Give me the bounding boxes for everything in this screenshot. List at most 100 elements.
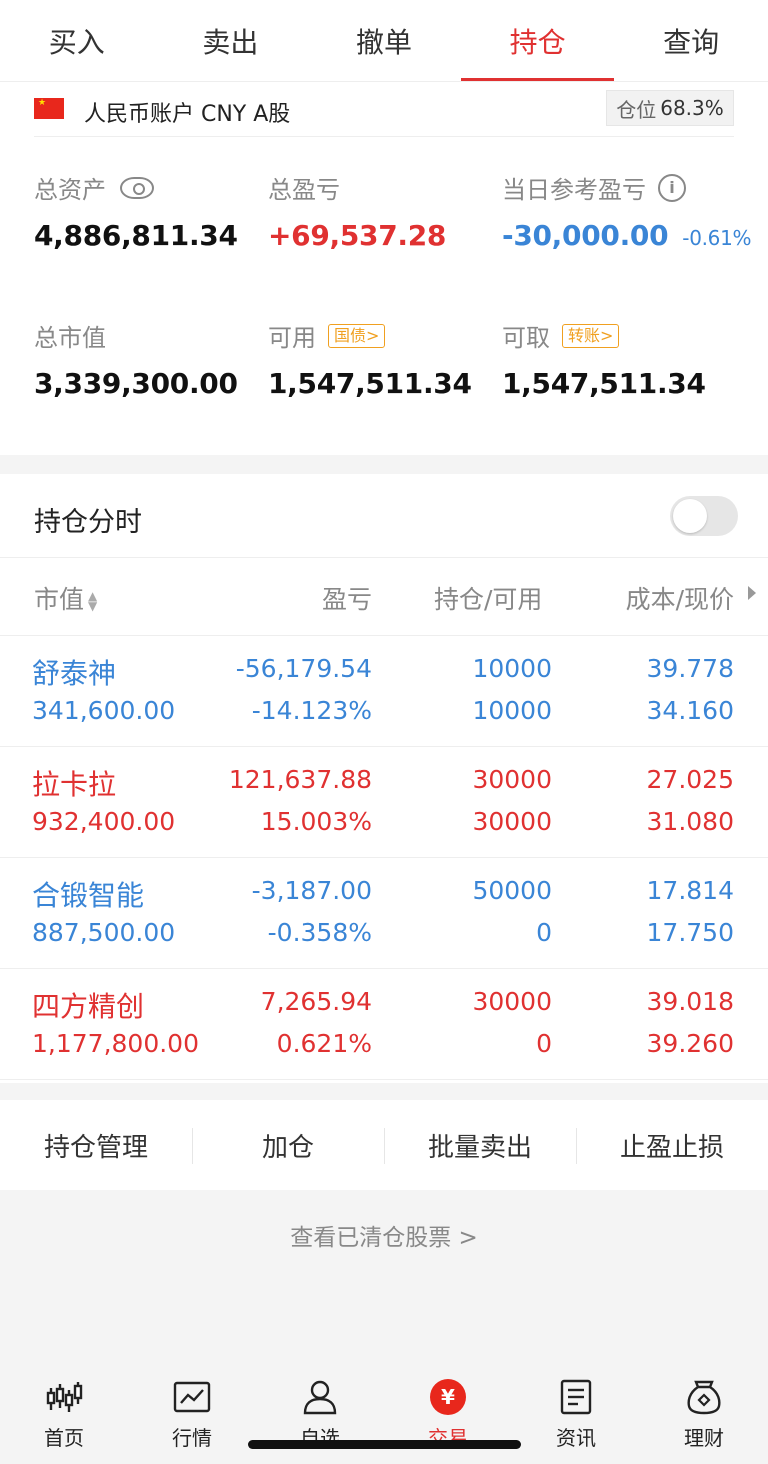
stat-available: 可用 国债> 1,547,511.34	[268, 318, 472, 400]
table-row[interactable]: 舒泰神 341,600.00 -56,179.54 -14.123% 10000 1000…	[0, 636, 768, 747]
stop-profit-loss-button[interactable]: 止盈止损	[576, 1100, 768, 1190]
yuan-icon: ¥	[428, 1378, 468, 1416]
stat-market-value: 总市值 3,339,300.00	[34, 318, 238, 400]
stock-pnl-pct: -14.123%	[251, 696, 372, 725]
stock-cost: 17.814	[646, 876, 734, 905]
available-label: 可用	[268, 324, 316, 352]
stock-market-value: 1,177,800.00	[32, 1029, 199, 1058]
china-flag-icon: ★	[34, 98, 64, 119]
holdings-table-header: 市值 ▲ ▼ 盈亏 持仓/可用 成本/现价	[0, 558, 768, 636]
nav-news[interactable]: 资讯	[512, 1370, 640, 1464]
stock-cost: 27.025	[646, 765, 734, 794]
tab-query[interactable]: 查询	[614, 0, 768, 81]
divider	[34, 136, 734, 137]
daily-pnl-pct: -0.61%	[682, 226, 752, 250]
stock-pnl: -56,179.54	[235, 654, 372, 683]
trading-holdings-screen: 买入 卖出 撤单 持仓 查询 ★ 人民币账户 CNY A股 仓位 68.3% 总…	[0, 0, 768, 1464]
view-cleared-stocks-link[interactable]: 查看已清仓股票 >	[0, 1218, 768, 1252]
account-row[interactable]: ★ 人民币账户 CNY A股 仓位 68.3%	[0, 82, 768, 138]
scroll-right-icon[interactable]	[748, 586, 756, 600]
add-position-button[interactable]: 加仓	[192, 1100, 384, 1190]
eye-icon[interactable]	[120, 176, 154, 199]
position-key: 仓位	[616, 97, 657, 122]
holdings-management-button[interactable]: 持仓管理	[0, 1100, 192, 1190]
stock-price: 39.260	[646, 1029, 734, 1058]
stock-holding-qty: 30000	[472, 987, 552, 1016]
bottom-navigation: 首页 行情 自选 ¥ 交易 资讯 理财	[0, 1370, 768, 1464]
stock-name: 四方精创	[32, 990, 145, 1023]
nav-watchlist[interactable]: 自选	[256, 1370, 384, 1464]
available-value: 1,547,511.34	[268, 367, 472, 400]
stock-pnl: 7,265.94	[260, 987, 372, 1016]
stat-daily-pnl: 当日参考盈亏 i -30,000.00 -0.61%	[502, 170, 752, 252]
withdrawable-label: 可取	[502, 324, 550, 352]
market-value-label: 总市值	[34, 324, 106, 352]
section-separator	[0, 1083, 768, 1100]
daily-pnl-row: -30,000.00 -0.61%	[502, 219, 752, 252]
nav-trade[interactable]: ¥ 交易	[384, 1370, 512, 1464]
stock-cost: 39.778	[646, 654, 734, 683]
header-position: 持仓/可用	[434, 585, 543, 614]
table-row[interactable]: 四方精创 1,177,800.00 7,265.94 0.621% 30000 0 39.0…	[0, 969, 768, 1080]
batch-sell-button[interactable]: 批量卖出	[384, 1100, 576, 1190]
chart-icon	[172, 1378, 212, 1416]
holdings-timeshare-row: 持仓分时	[0, 474, 768, 558]
total-pnl-label: 总盈亏	[268, 176, 340, 204]
tab-sell[interactable]: 卖出	[154, 0, 308, 81]
header-market-value[interactable]: 市值 ▲ ▼	[34, 580, 97, 616]
stock-pnl-pct: 0.621%	[276, 1029, 372, 1058]
total-assets-value: 4,886,811.34	[34, 219, 238, 252]
stock-holding-qty: 10000	[472, 654, 552, 683]
tab-buy[interactable]: 买入	[0, 0, 154, 81]
tab-holdings[interactable]: 持仓	[460, 0, 615, 81]
position-ratio-badge: 仓位 68.3%	[606, 90, 734, 126]
stock-market-value: 887,500.00	[32, 918, 176, 947]
stock-available-qty: 30000	[472, 807, 552, 836]
stock-price: 31.080	[646, 807, 734, 836]
nav-wealth[interactable]: 理财	[640, 1370, 768, 1464]
stock-pnl-pct: -0.358%	[267, 918, 372, 947]
stock-price: 34.160	[646, 696, 734, 725]
stat-withdrawable: 可取 转账> 1,547,511.34	[502, 318, 706, 400]
header-pnl: 盈亏	[321, 585, 372, 614]
section-separator	[0, 455, 768, 474]
header-cost-price: 成本/现价	[625, 585, 734, 614]
stat-total-assets: 总资产 4,886,811.34	[34, 170, 238, 252]
nav-market[interactable]: 行情	[128, 1370, 256, 1464]
stock-market-value: 341,600.00	[32, 696, 176, 725]
position-value: 68.3%	[660, 96, 724, 120]
stock-available-qty: 0	[536, 1029, 552, 1058]
stock-name: 合锻智能	[32, 879, 145, 912]
stat-total-pnl: 总盈亏 +69,537.28	[268, 170, 446, 252]
daily-pnl-label: 当日参考盈亏	[502, 176, 646, 204]
stock-pnl: -3,187.00	[251, 876, 372, 905]
document-icon	[556, 1378, 596, 1416]
withdrawable-value: 1,547,511.34	[502, 367, 706, 400]
transfer-tag[interactable]: 转账>	[562, 323, 620, 348]
sort-icon: ▲ ▼	[88, 589, 98, 613]
holdings-timeshare-label: 持仓分时	[34, 507, 142, 538]
nav-market-label: 行情	[172, 1426, 212, 1450]
nav-wealth-label: 理财	[684, 1426, 724, 1450]
holdings-timeshare-toggle[interactable]	[670, 496, 738, 536]
top-tab-bar: 买入 卖出 撤单 持仓 查询	[0, 0, 768, 82]
market-value-value: 3,339,300.00	[34, 367, 238, 400]
table-row[interactable]: 合锻智能 887,500.00 -3,187.00 -0.358% 50000 0 17.8…	[0, 858, 768, 969]
stock-holding-qty: 50000	[472, 876, 552, 905]
candlestick-icon	[44, 1378, 84, 1416]
stock-market-value: 932,400.00	[32, 807, 176, 836]
table-row[interactable]: 拉卡拉 932,400.00 121,637.88 15.003% 30000 30000…	[0, 747, 768, 858]
stock-holding-qty: 30000	[472, 765, 552, 794]
stock-name: 舒泰神	[32, 657, 117, 690]
info-icon[interactable]: i	[658, 173, 686, 202]
account-label: 人民币账户 CNY A股	[84, 102, 291, 127]
money-bag-icon	[684, 1378, 724, 1416]
stock-pnl: 121,637.88	[228, 765, 372, 794]
user-icon	[300, 1378, 340, 1416]
nav-home[interactable]: 首页	[0, 1370, 128, 1464]
treasury-bond-tag[interactable]: 国债>	[328, 323, 386, 348]
nav-news-label: 资讯	[556, 1426, 596, 1450]
tab-cancel[interactable]: 撤单	[307, 0, 461, 81]
holdings-action-bar: 持仓管理 加仓 批量卖出 止盈止损	[0, 1100, 768, 1190]
stock-name: 拉卡拉	[32, 768, 117, 801]
